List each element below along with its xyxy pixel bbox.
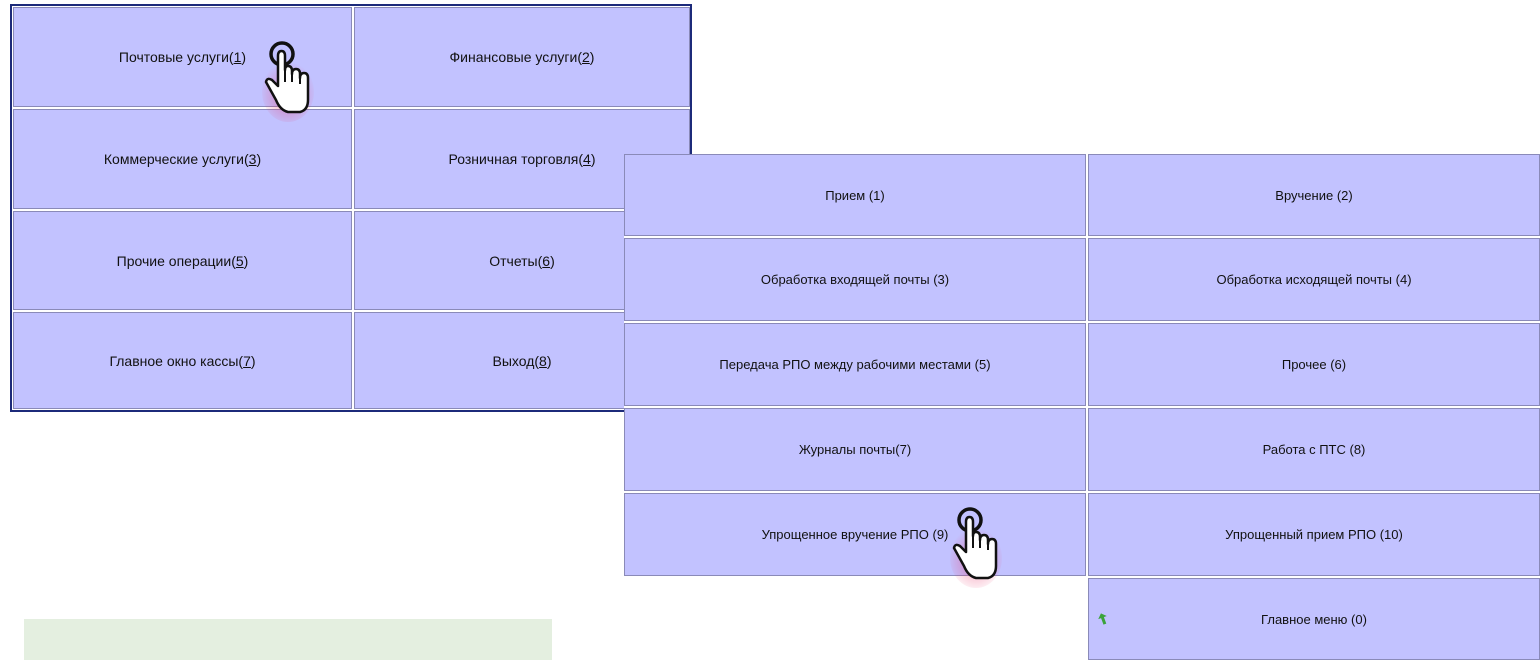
hotkey: 3 bbox=[248, 151, 257, 167]
button-label: Упрощенное вручение РПО (9) bbox=[761, 527, 949, 542]
cash-main-window-button[interactable]: Главное окно кассы (7) bbox=[13, 312, 352, 409]
hotkey: 1 bbox=[233, 49, 242, 65]
rpo-transfer-button[interactable]: Передача РПО между рабочими местами (5) bbox=[624, 323, 1086, 406]
pts-work-button[interactable]: Работа с ПТС (8) bbox=[1088, 408, 1540, 491]
button-label: Обработка исходящей почты (4) bbox=[1216, 272, 1412, 287]
button-label: Работа с ПТС (8) bbox=[1262, 442, 1366, 457]
back-arrow-icon bbox=[1098, 613, 1107, 625]
button-label: Прочие операции bbox=[116, 252, 232, 269]
reception-button[interactable]: Прием (1) bbox=[624, 154, 1086, 236]
hotkey: 8 bbox=[539, 352, 547, 369]
button-label: Вручение (2) bbox=[1275, 187, 1353, 203]
button-label: Отчеты bbox=[489, 252, 538, 269]
mail-journals-button[interactable]: Журналы почты(7) bbox=[624, 408, 1086, 491]
delivery-button[interactable]: Вручение (2) bbox=[1088, 154, 1540, 236]
hotkey: 4 bbox=[583, 151, 591, 167]
hotkey: 6 bbox=[542, 252, 551, 269]
button-label: Журналы почты(7) bbox=[798, 442, 912, 457]
main-menu-panel: Почтовые услуги (1) Финансовые услуги (2… bbox=[10, 4, 692, 412]
commercial-services-button[interactable]: Коммерческие услуги (3) bbox=[13, 109, 352, 209]
button-label: Финансовые услуги bbox=[449, 49, 578, 65]
hotkey: 5 bbox=[235, 252, 244, 269]
postal-services-menu-panel: Прием (1) Вручение (2) Обработка входяще… bbox=[624, 154, 1540, 660]
hotkey: 2 bbox=[581, 49, 590, 65]
status-bar bbox=[24, 619, 552, 660]
outgoing-mail-processing-button[interactable]: Обработка исходящей почты (4) bbox=[1088, 238, 1540, 321]
button-label: Прием (1) bbox=[825, 187, 885, 203]
button-label: Главное меню (0) bbox=[1261, 611, 1367, 627]
button-label: Обработка входящей почты (3) bbox=[760, 272, 950, 287]
main-menu-button[interactable]: Главное меню (0) bbox=[1088, 578, 1540, 660]
button-label: Розничная торговля bbox=[448, 151, 579, 167]
other-operations-button[interactable]: Прочие операции (5) bbox=[13, 211, 352, 310]
button-label: Упрощенный прием РПО (10) bbox=[1225, 527, 1403, 542]
button-label: Коммерческие услуги bbox=[103, 151, 244, 167]
button-label: Почтовые услуги bbox=[118, 49, 229, 65]
simplified-reception-button[interactable]: Упрощенный прием РПО (10) bbox=[1088, 493, 1540, 576]
button-label: Главное окно кассы bbox=[109, 352, 239, 369]
postal-services-button[interactable]: Почтовые услуги (1) bbox=[13, 7, 352, 107]
button-label: Прочее (6) bbox=[1281, 357, 1347, 372]
incoming-mail-processing-button[interactable]: Обработка входящей почты (3) bbox=[624, 238, 1086, 321]
hotkey: 7 bbox=[243, 352, 251, 369]
other-button[interactable]: Прочее (6) bbox=[1088, 323, 1540, 406]
button-label: Передача РПО между рабочими местами (5) bbox=[719, 357, 991, 372]
simplified-delivery-button[interactable]: Упрощенное вручение РПО (9) bbox=[624, 493, 1086, 576]
button-label: Выход bbox=[492, 352, 535, 369]
screen: Почтовые услуги (1) Финансовые услуги (2… bbox=[0, 0, 1540, 660]
financial-services-button[interactable]: Финансовые услуги (2) bbox=[354, 7, 690, 107]
